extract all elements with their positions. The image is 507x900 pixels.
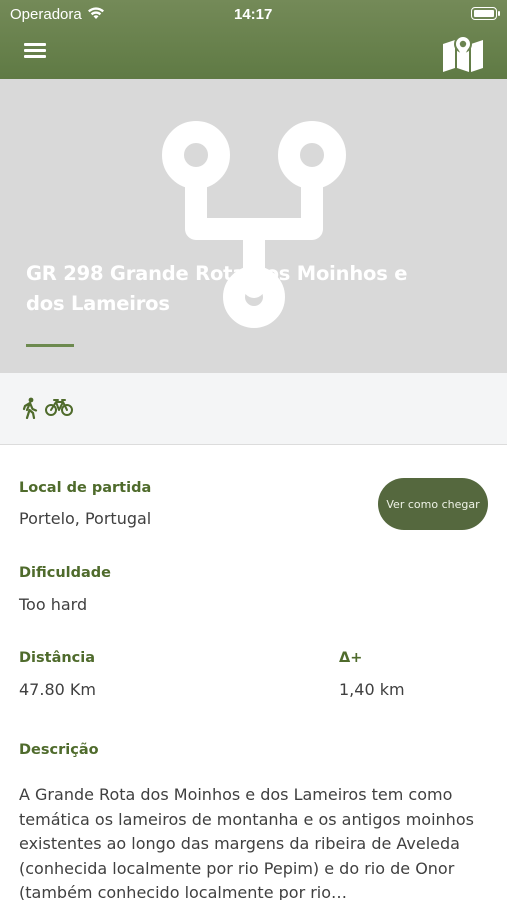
directions-button[interactable]: Ver como chegar [378, 478, 488, 530]
status-bar: Operadora 14:17 [0, 4, 507, 26]
folded-map-icon[interactable] [441, 32, 485, 72]
carrier-name: Operadora [10, 6, 82, 23]
hamburger-menu-icon[interactable] [22, 40, 48, 62]
walking-icon [22, 397, 38, 423]
difficulty-value: Too hard [19, 595, 88, 614]
elevation-gain-value: 1,40 km [339, 680, 405, 699]
difficulty-label: Dificuldade [19, 565, 112, 581]
distance-value: 47.80 Km [19, 680, 96, 699]
battery-icon [471, 7, 500, 20]
route-title: GR 298 Grande Rota dos Moinhos e dos Lam… [26, 262, 408, 315]
start-location-label: Local de partida [19, 480, 152, 496]
wifi-icon [87, 6, 105, 24]
start-location-value: Portelo, Portugal [19, 509, 152, 528]
route-details: Local de partida Portelo, Portugal Ver c… [0, 445, 507, 900]
description-label: Descrição [19, 742, 99, 758]
route-hero: GR 298 Grande Rota dos Moinhos e dos Lam… [0, 79, 507, 373]
description-text: A Grande Rota dos Moinhos e dos Lameiros… [19, 785, 474, 900]
bicycle-icon [45, 399, 73, 421]
app-header: Operadora 14:17 [0, 0, 507, 79]
activity-types-bar [0, 373, 507, 445]
distance-label: Distância [19, 650, 96, 666]
elevation-gain-label: Δ+ [339, 650, 363, 666]
status-time: 14:17 [234, 6, 273, 23]
title-underline [26, 344, 74, 347]
